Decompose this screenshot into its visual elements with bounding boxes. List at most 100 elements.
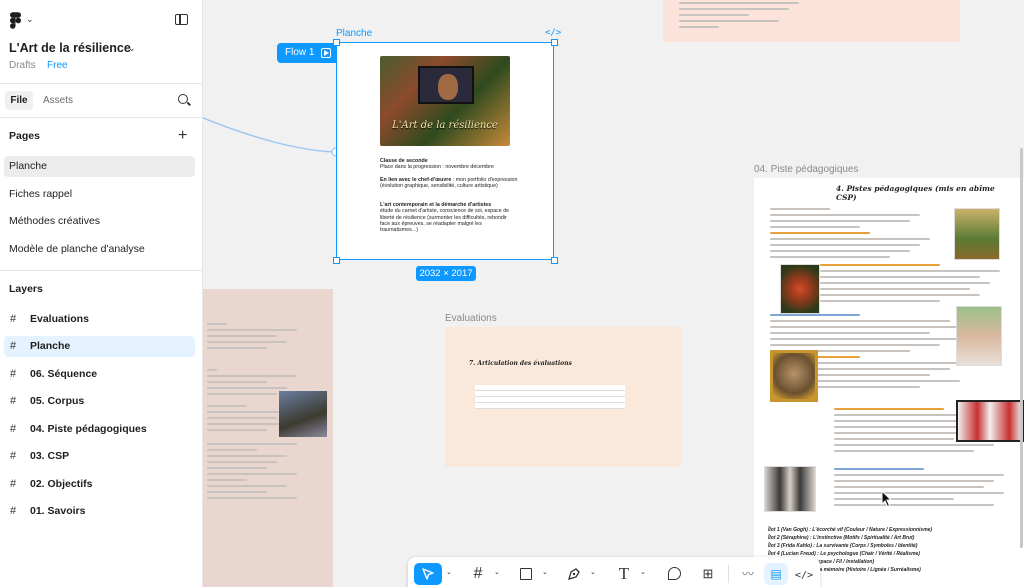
figma-logo-icon[interactable] xyxy=(10,12,21,29)
cursor-arrow-icon xyxy=(422,568,434,580)
layer-item-planche[interactable]: # Planche xyxy=(4,336,195,357)
design-mode[interactable]: ▤ xyxy=(764,563,788,585)
search-icon[interactable] xyxy=(178,94,188,104)
page-item-planche[interactable]: Planche xyxy=(4,156,195,177)
frame-icon: # xyxy=(473,565,483,582)
frame-icon: # xyxy=(10,368,17,380)
play-icon[interactable] xyxy=(321,48,331,58)
selection-box xyxy=(336,42,554,260)
bottom-toolbar: ⌄ # ⌄ ⌄ ⌄ T ⌄ ⊞ 〰 ▤ </> xyxy=(408,557,820,587)
file-menu-chevron-icon[interactable]: ⌄ xyxy=(128,43,136,54)
piste-footer-line: Îlot 3 (Frida Kahlo) : La survivante (Co… xyxy=(768,543,918,549)
painting-lucian-freud xyxy=(770,350,818,402)
comment-tool[interactable] xyxy=(662,563,686,585)
layer-item-savoirs[interactable]: # 01. Savoirs xyxy=(4,501,195,522)
layer-label: 03. CSP xyxy=(30,450,70,462)
flow-connector xyxy=(203,117,341,157)
add-page-icon[interactable]: + xyxy=(178,128,187,144)
resize-handle-tr[interactable] xyxy=(551,39,558,46)
frame-tool[interactable]: # xyxy=(466,563,490,585)
flow-start-badge[interactable]: Flow 1 xyxy=(277,43,337,63)
plus-grid-icon: ⊞ xyxy=(702,566,714,581)
frame-icon: # xyxy=(10,313,17,325)
layer-label: 05. Corpus xyxy=(30,395,85,407)
pages-section-title: Pages xyxy=(9,130,40,142)
draw-mode[interactable]: 〰 xyxy=(736,563,760,585)
left-panel: ⌄ L'Art de la résilience ⌄ Drafts Free F… xyxy=(0,0,203,587)
page-item-methodes-creatives[interactable]: Méthodes créatives xyxy=(4,211,195,232)
sidebar-toggle-icon[interactable] xyxy=(175,14,188,25)
move-tool-chevron-icon[interactable]: ⌄ xyxy=(446,568,452,576)
shape-tool[interactable] xyxy=(514,563,538,585)
flow-label: Flow 1 xyxy=(285,47,315,58)
project-location[interactable]: Drafts xyxy=(9,60,36,71)
text-icon: T xyxy=(618,564,630,583)
frame-icon: # xyxy=(10,395,17,407)
canvas[interactable]: Planche </> Flow 1 L'Art de la résilienc… xyxy=(203,0,1024,587)
frame-icon: # xyxy=(10,505,17,517)
layer-item-csp[interactable]: # 03. CSP xyxy=(4,446,195,467)
piste-title: 4. Pistes pédagogiques (mis en abîme CSP… xyxy=(836,184,995,202)
resize-handle-bl[interactable] xyxy=(333,257,340,264)
frame-label-piste[interactable]: 04. Piste pédagogiques xyxy=(754,164,859,175)
layer-label: 01. Savoirs xyxy=(30,505,86,517)
frame-icon: # xyxy=(10,423,17,435)
layer-item-sequence[interactable]: # 06. Séquence xyxy=(4,364,195,385)
text-tool-chevron-icon[interactable]: ⌄ xyxy=(640,568,646,576)
frame-piste-pedagogiques[interactable]: 4. Pistes pédagogiques (mis en abîme CSP… xyxy=(754,178,1024,587)
vertical-scrollbar[interactable] xyxy=(1020,148,1023,548)
frame-icon: # xyxy=(10,478,17,490)
layer-item-piste-pedagogiques[interactable]: # 04. Piste pédagogiques xyxy=(4,419,195,440)
resize-handle-br[interactable] xyxy=(551,257,558,264)
painting-frida-kahlo xyxy=(956,306,1002,366)
pen-tool[interactable] xyxy=(562,563,586,585)
layer-label: 06. Séquence xyxy=(30,368,98,380)
piste-footer-line: Îlot 2 (Séraphine) : L'instinctive (Moti… xyxy=(768,535,915,541)
frame-tool-chevron-icon[interactable]: ⌄ xyxy=(494,568,500,576)
table-row xyxy=(475,403,625,409)
layer-item-evaluations[interactable]: # Evaluations xyxy=(4,309,195,330)
main-menu-chevron-icon[interactable]: ⌄ xyxy=(26,14,34,25)
frame-top-partial[interactable] xyxy=(663,0,960,42)
pen-tool-chevron-icon[interactable]: ⌄ xyxy=(590,568,596,576)
frame-label-planche[interactable]: Planche xyxy=(336,28,372,39)
code-icon[interactable]: </> xyxy=(545,28,561,38)
piste-text-block xyxy=(770,208,930,262)
shape-tool-chevron-icon[interactable]: ⌄ xyxy=(542,568,548,576)
painting-van-gogh xyxy=(954,208,1000,260)
dev-mode[interactable]: </> xyxy=(792,563,816,585)
plan-badge[interactable]: Free xyxy=(47,60,68,71)
layer-item-corpus[interactable]: # 05. Corpus xyxy=(4,391,195,412)
pen-icon xyxy=(568,568,580,580)
layer-item-objectifs[interactable]: # 02. Objectifs xyxy=(4,474,195,495)
toolbar-divider xyxy=(728,565,729,583)
painting-seraphine xyxy=(780,264,820,314)
actions-tool[interactable]: ⊞ xyxy=(696,563,720,585)
page-item-modele-planche[interactable]: Modèle de planche d'analyse xyxy=(4,239,195,260)
file-title[interactable]: L'Art de la résilience xyxy=(9,41,131,55)
text-tool[interactable]: T xyxy=(612,563,636,585)
frame-icon: # xyxy=(10,450,17,462)
draw-icon: 〰 xyxy=(741,567,754,581)
frame-icon: # xyxy=(10,340,17,352)
move-tool[interactable] xyxy=(414,563,442,585)
installation-shiota xyxy=(956,400,1024,442)
corpus-image xyxy=(279,391,327,437)
tab-assets[interactable]: Assets xyxy=(43,95,73,106)
code-icon: </> xyxy=(794,570,814,581)
divider xyxy=(0,117,203,118)
frame-label-evaluations[interactable]: Evaluations xyxy=(445,313,497,324)
design-icon: ▤ xyxy=(770,567,782,581)
layer-label: Planche xyxy=(30,340,71,352)
page-item-fiches-rappel[interactable]: Fiches rappel xyxy=(4,184,195,205)
layer-label: 02. Objectifs xyxy=(30,478,93,490)
piste-text-block xyxy=(820,264,1000,306)
frame-evaluations[interactable]: 7. Articulation des évaluations xyxy=(445,327,681,467)
eval-table xyxy=(475,385,625,409)
frame-corpus-partial[interactable] xyxy=(203,289,333,587)
tab-file[interactable]: File xyxy=(5,91,33,110)
eval-title: 7. Articulation des évaluations xyxy=(469,360,572,367)
piste-text-block xyxy=(834,468,1014,510)
frame-text-block xyxy=(679,2,819,32)
resize-handle-tl[interactable] xyxy=(333,39,340,46)
